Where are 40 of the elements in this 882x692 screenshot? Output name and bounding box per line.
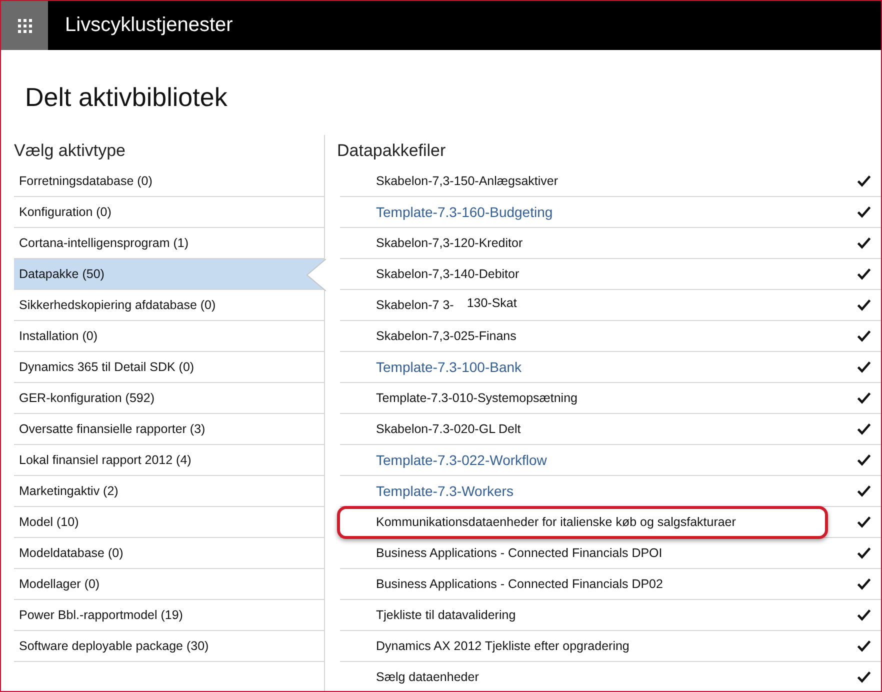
asset-type-item[interactable]: Oversatte finansielle rapporter (3) xyxy=(14,414,324,445)
file-name: Business Applications - Connected Financials DP02 xyxy=(376,577,663,591)
file-name: Tjekliste til datavalidering xyxy=(376,608,516,622)
asset-type-item[interactable]: Forretningsdatabase (0) xyxy=(14,166,324,197)
asset-type-item[interactable]: Sikkerhedskopiering afdatabase (0) xyxy=(14,290,324,321)
file-name: Dynamics AX 2012 Tjekliste efter opgradering xyxy=(376,639,630,653)
file-name: Template-7.3-010-Systemopsætning xyxy=(376,391,578,405)
app-launcher-button[interactable] xyxy=(1,1,48,50)
file-name: Skabelon-7.3-020-GL Delt xyxy=(376,422,521,436)
file-link[interactable]: Template-7.3-022-Workflow xyxy=(376,452,547,468)
page-title: Delt aktivbibliotek xyxy=(25,82,228,112)
file-link[interactable]: Template-7.3-Workers xyxy=(376,483,514,499)
file-link[interactable]: Template-7.3-100-Bank xyxy=(376,359,522,375)
section-heading: Vælg aktivtype xyxy=(14,140,126,162)
file-name: Skabelon-7,3-140-Debitor xyxy=(376,267,520,281)
file-name: Skabelon-7,3-120-Kreditor xyxy=(376,236,523,250)
asset-type-item[interactable]: GER-konfiguration (592) xyxy=(14,383,324,414)
section-heading: Datapakkefiler xyxy=(337,140,446,162)
file-name: Sælg dataenheder xyxy=(376,670,479,684)
asset-type-item[interactable]: Modellager (0) xyxy=(14,569,324,600)
asset-type-item[interactable]: Model (10) xyxy=(14,507,324,538)
file-link[interactable]: Template-7.3-160-Budgeting xyxy=(376,204,553,220)
asset-type-item[interactable]: Power Bbl.-rapportmodel (19) xyxy=(14,600,324,631)
selection-pointer-icon xyxy=(306,259,326,291)
asset-type-item[interactable]: Datapakke (50) xyxy=(14,259,324,290)
app-title: Livscyklustjenester xyxy=(65,14,233,37)
asset-type-item[interactable]: Konfiguration (0) xyxy=(14,197,324,228)
asset-type-item[interactable]: Lokal finansiel rapport 2012 (4) xyxy=(14,445,324,476)
file-name: Skabelon-7 3- xyxy=(376,298,454,312)
file-name: Skabelon-7,3-150-Anlægsaktiver xyxy=(376,174,558,188)
file-name: Business Applications - Connected Financials DPOI xyxy=(376,546,662,560)
asset-type-item[interactable]: Software deployable package (30) xyxy=(14,631,324,662)
file-name-fragment: 130-Skat xyxy=(466,296,517,310)
asset-type-item[interactable]: Installation (0) xyxy=(14,321,324,352)
file-name: Skabelon-7,3-025-Finans xyxy=(376,329,516,343)
file-name: Kommunikationsdataenheder for italienske køb og salgsfakturaer xyxy=(376,515,736,529)
asset-type-item[interactable]: Modeldatabase (0) xyxy=(14,538,324,569)
asset-type-item[interactable]: Marketingaktiv (2) xyxy=(14,476,324,507)
app-grid-icon xyxy=(18,18,32,32)
asset-type-item[interactable]: Dynamics 365 til Detail SDK (0) xyxy=(14,352,324,383)
